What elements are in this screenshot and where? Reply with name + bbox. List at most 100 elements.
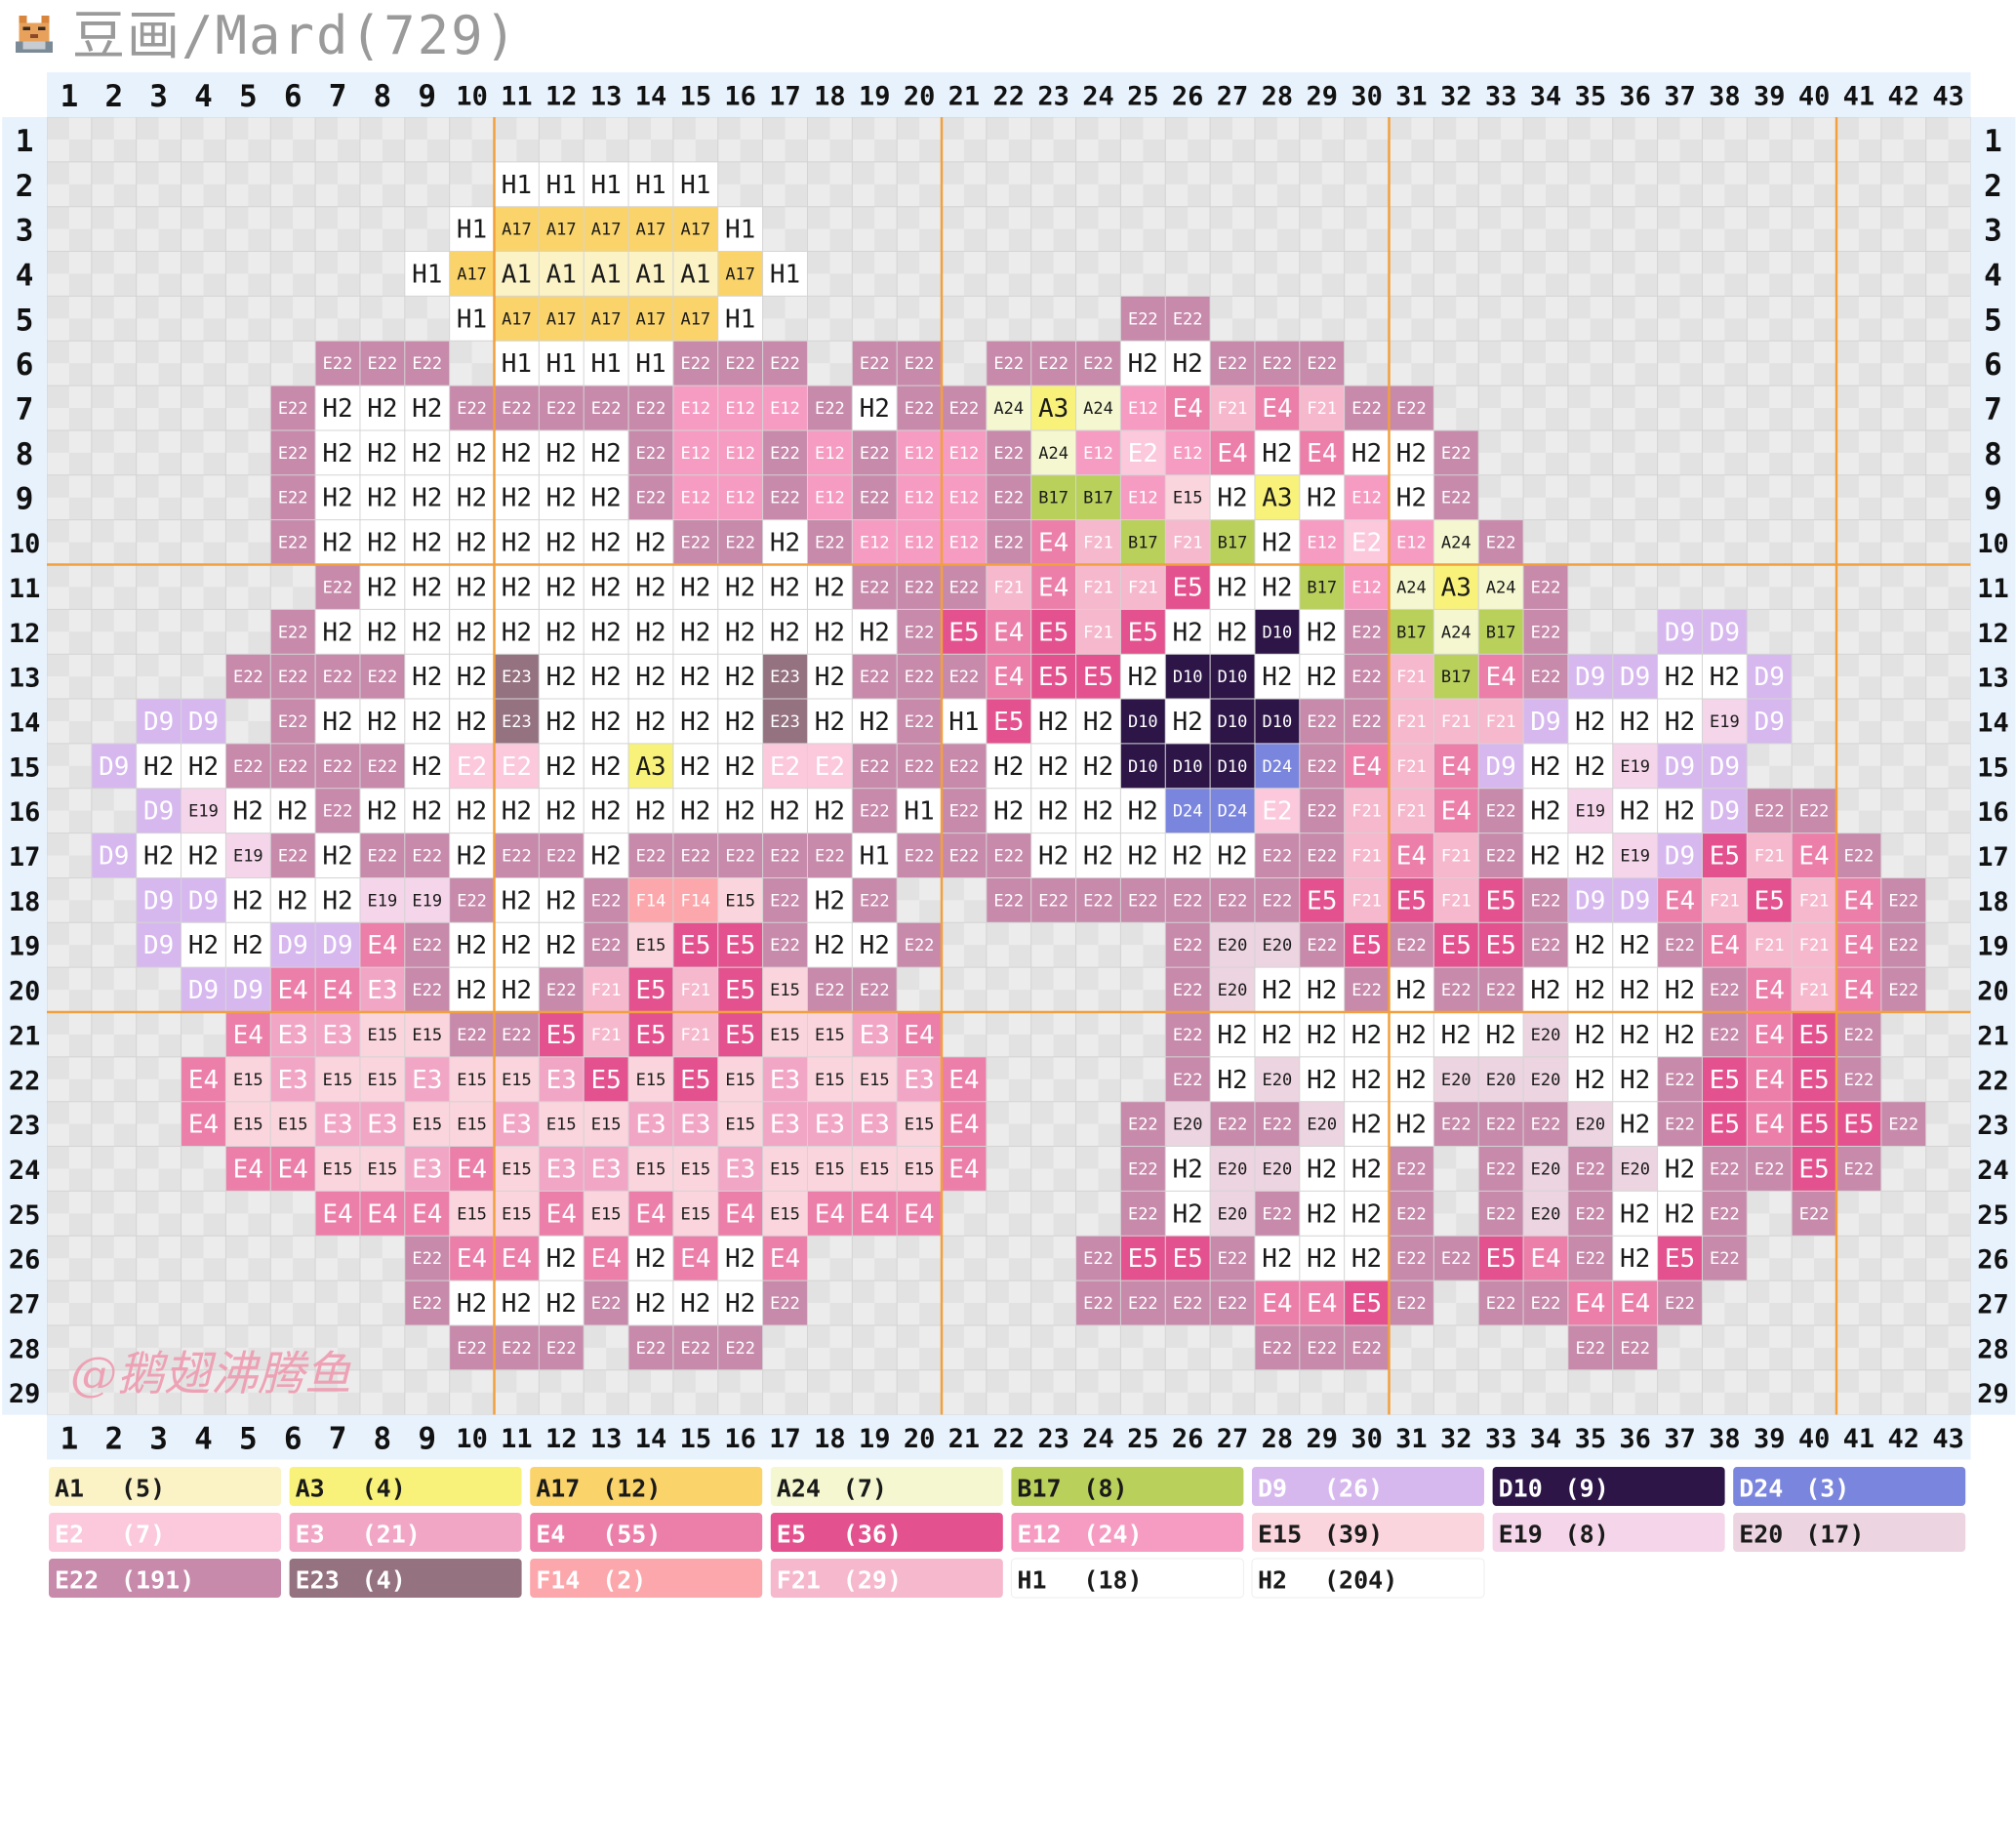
bead-cell: H2 (359, 564, 405, 610)
bead-code: E22 (860, 802, 890, 822)
row-number-right: 16 (1977, 797, 2009, 828)
bead-cell: E12 (672, 474, 718, 520)
bead-code: E22 (815, 847, 845, 867)
bead-code: H2 (590, 439, 621, 468)
bead-code: H2 (1620, 797, 1650, 827)
bead-code: E22 (1307, 1339, 1337, 1359)
legend-count: (8) (1565, 1521, 1609, 1549)
bead-cell: D9 (1747, 654, 1793, 700)
bead-code: H2 (680, 618, 710, 647)
bead-code: E5 (1396, 886, 1427, 915)
bead-code: D9 (278, 931, 308, 960)
bead-code: E22 (680, 1339, 710, 1359)
bead-cell: E4 (1433, 743, 1479, 789)
legend-item: E19 (8) (1492, 1513, 1725, 1552)
row-number-left: 4 (16, 258, 34, 293)
bead-code: E15 (412, 1116, 442, 1135)
legend-count: (2) (602, 1566, 646, 1595)
bead-cell: E4 (1299, 1280, 1345, 1325)
bead-cell: E22 (1210, 1280, 1255, 1325)
bead-cell: E4 (942, 1056, 987, 1102)
bead-code: E12 (905, 489, 935, 508)
bead-cell: H2 (1567, 1056, 1613, 1102)
bead-code: E22 (1307, 802, 1337, 822)
bead-code: E12 (1396, 534, 1427, 553)
bead-code: E22 (546, 847, 577, 867)
bead-code: E3 (367, 976, 397, 1005)
bead-cell: E5 (1836, 1101, 1881, 1147)
bead-cell: H2 (672, 743, 718, 789)
bead-cell: H2 (1657, 654, 1703, 700)
bead-cell: H2 (1389, 1101, 1434, 1147)
bead-cell: D9 (181, 699, 226, 744)
bead-cell: E22 (807, 386, 853, 430)
bead-code: E3 (546, 1155, 577, 1184)
bead-code: E22 (1575, 1249, 1605, 1269)
bead-cell: E22 (717, 519, 763, 565)
bead-code: E5 (635, 976, 665, 1005)
bead-code: E22 (860, 444, 890, 464)
bead-cell: E22 (1880, 922, 1926, 968)
column-number-top: 10 (456, 82, 488, 112)
bead-code: H2 (590, 618, 621, 647)
bead-code: E15 (323, 1159, 353, 1179)
bead-cell: E22 (1254, 833, 1300, 878)
bead-cell: H2 (1612, 1101, 1658, 1147)
bead-cell: E15 (225, 1056, 271, 1102)
bead-code: E15 (591, 1116, 622, 1135)
bead-code: E22 (1799, 1204, 1830, 1224)
bead-cell: H2 (449, 967, 495, 1012)
bead-cell: E4 (1165, 386, 1211, 430)
bead-cell: H2 (1299, 1012, 1345, 1057)
bead-cell: H2 (359, 474, 405, 520)
column-number-top: 11 (501, 82, 533, 112)
bead-cell: E4 (359, 922, 405, 968)
legend-item: F14 (2) (530, 1559, 763, 1598)
bead-cell: E22 (1478, 1146, 1524, 1192)
bead-cell: E22 (942, 654, 987, 700)
row-number-right: 22 (1977, 1066, 2009, 1096)
bead-cell: H2 (359, 609, 405, 655)
bead-code: E3 (860, 1111, 890, 1140)
bead-code: E4 (1307, 439, 1337, 468)
row-number-left: 1 (16, 124, 34, 159)
bead-cell: D9 (1612, 877, 1658, 923)
bead-cell: H2 (494, 474, 540, 520)
bead-cell: F14 (672, 877, 718, 923)
bead-cell: H2 (449, 519, 495, 565)
bead-cell: E4 (1567, 1280, 1613, 1325)
bead-code: E23 (502, 712, 532, 732)
bead-cell: D9 (1523, 699, 1568, 744)
bead-code: E12 (770, 399, 800, 419)
bead-code: H2 (590, 663, 621, 692)
bead-cell: E12 (942, 429, 987, 475)
bead-code: E22 (1888, 891, 1918, 911)
bead-code: E22 (1396, 936, 1427, 955)
bead-cell: E4 (1254, 1280, 1300, 1325)
bead-code: E15 (770, 1026, 800, 1045)
bead-code: E4 (904, 1021, 934, 1050)
column-number-bottom: 39 (1754, 1424, 1786, 1454)
bead-code: E22 (860, 354, 890, 374)
bead-cell: E4 (1747, 1101, 1793, 1147)
bead-cell: E22 (270, 519, 316, 565)
bead-code: H2 (590, 752, 621, 782)
bead-cell: H2 (628, 564, 673, 610)
bead-code: E5 (725, 1021, 755, 1050)
bead-cell: E22 (1389, 1146, 1434, 1192)
bead-code: E22 (1799, 802, 1830, 822)
bead-code: E2 (1128, 439, 1158, 468)
row-number-left: 17 (9, 842, 41, 873)
column-number-top: 7 (329, 79, 347, 114)
bead-cell: E20 (1523, 1012, 1568, 1057)
bead-cell: E12 (672, 386, 718, 430)
bead-cell: H2 (494, 1280, 540, 1325)
bead-code: E2 (1351, 529, 1382, 558)
column-number-top: 22 (993, 82, 1026, 112)
bead-cell: H2 (494, 877, 540, 923)
bead-cell: H2 (315, 474, 360, 520)
bead-code: E22 (949, 399, 980, 419)
legend-count: (39) (1324, 1521, 1383, 1549)
bead-cell: E22 (672, 1324, 718, 1370)
row-number-right: 15 (1977, 752, 2009, 783)
